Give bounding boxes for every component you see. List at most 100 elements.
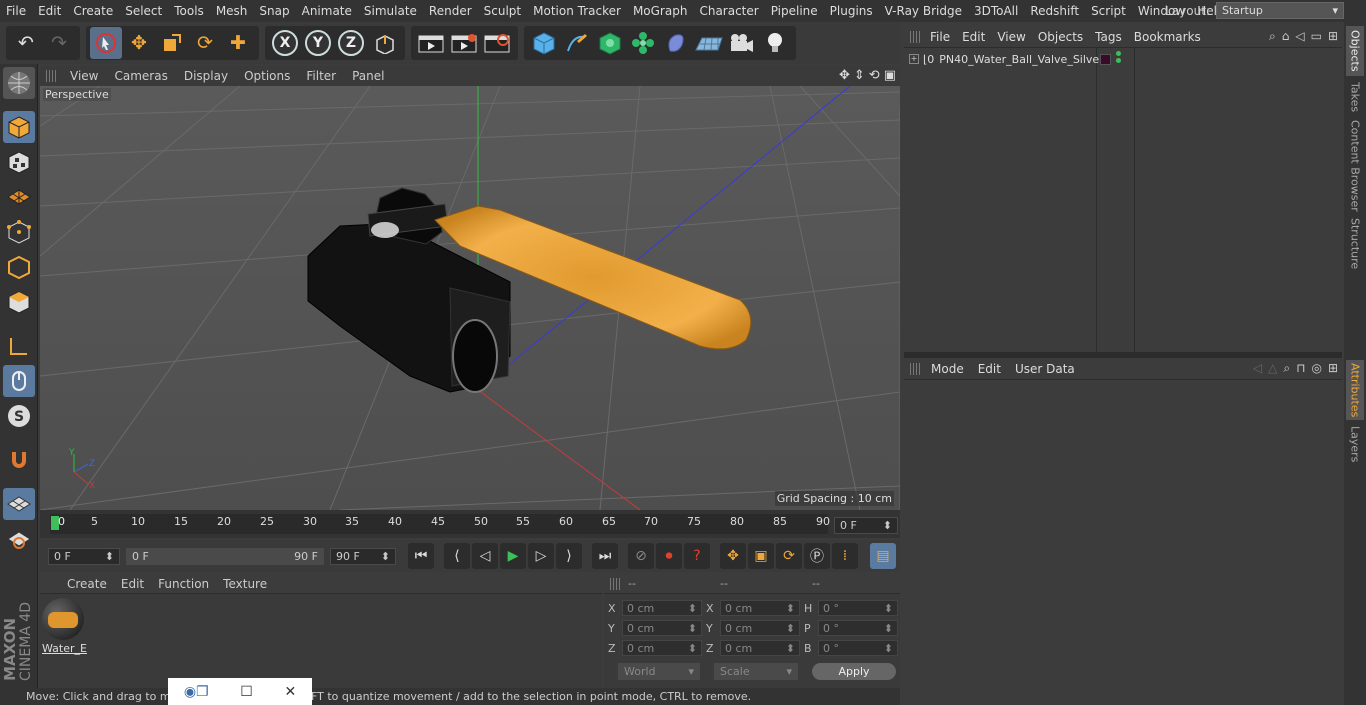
deformer-icon[interactable] — [660, 27, 692, 59]
object-menu-objects[interactable]: Objects — [1032, 30, 1089, 44]
coordinate-system-icon[interactable] — [368, 27, 400, 59]
viewport-maximize-icon[interactable]: ▣ — [884, 68, 896, 83]
render-visibility-dot[interactable] — [1116, 58, 1121, 63]
menu-simulate[interactable]: Simulate — [358, 4, 423, 18]
visibility-dots[interactable] — [1116, 51, 1121, 63]
axis-x-button[interactable]: X — [269, 27, 301, 59]
menu-animate[interactable]: Animate — [296, 4, 358, 18]
redo-icon[interactable]: ↷ — [43, 27, 75, 59]
position-z-field[interactable]: 0 cm ⬍ — [622, 640, 702, 656]
size-z-field[interactable]: 0 cm ⬍ — [720, 640, 800, 656]
attribute-menu-mode[interactable]: Mode — [924, 362, 971, 376]
back-icon[interactable]: ◁ — [1295, 29, 1304, 44]
rotate-tool-icon[interactable]: ⟳ — [189, 27, 221, 59]
snap-icon[interactable]: S — [3, 400, 35, 432]
tab-layers[interactable]: Layers — [1346, 424, 1364, 464]
render-view-icon[interactable] — [415, 27, 447, 59]
menu-pipeline[interactable]: Pipeline — [765, 4, 824, 18]
coordinate-mode-dropdown[interactable]: World ▾ — [618, 663, 700, 680]
current-frame-field[interactable]: 0 F ⬍ — [834, 517, 898, 534]
recent-tool-icon[interactable]: ✚ — [222, 27, 254, 59]
floor-environment-icon[interactable] — [693, 27, 725, 59]
material-item[interactable]: Water_E — [42, 598, 87, 656]
viewport-menu-panel[interactable]: Panel — [344, 69, 392, 83]
key-scale-icon[interactable]: ▣ — [748, 543, 774, 569]
menu-mesh[interactable]: Mesh — [210, 4, 254, 18]
menu-script[interactable]: Script — [1085, 4, 1132, 18]
end-frame-field[interactable]: 90 F ⬍ — [330, 547, 396, 565]
light-bulb-icon[interactable] — [759, 27, 791, 59]
new-panel-icon[interactable]: ⊞ — [1328, 29, 1338, 44]
size-mode-dropdown[interactable]: Scale ▾ — [714, 663, 798, 680]
object-row[interactable]: + ⌊0 PN40_Water_Ball_Valve_Silver — [904, 50, 1342, 68]
menu-redshift[interactable]: Redshift — [1024, 4, 1085, 18]
key-rotation-icon[interactable]: ⟳ — [776, 543, 802, 569]
minimized-window[interactable]: ◉❐ ☐ ✕ — [168, 678, 312, 705]
texture-mode-icon[interactable] — [3, 146, 35, 178]
next-frame-icon[interactable]: ▷ — [528, 543, 554, 569]
viewport-zoom-icon[interactable]: ⇕ — [854, 68, 865, 83]
viewport-menu-display[interactable]: Display — [176, 69, 236, 83]
next-key-icon[interactable]: ⟩ — [556, 543, 582, 569]
edges-mode-icon[interactable] — [3, 251, 35, 283]
position-y-field[interactable]: 0 cm ⬍ — [622, 620, 702, 636]
move-tool-icon[interactable]: ✥ — [123, 27, 155, 59]
object-name[interactable]: PN40_Water_Ball_Valve_Silver — [939, 53, 1103, 66]
object-menu-edit[interactable]: Edit — [956, 30, 991, 44]
go-to-start-icon[interactable]: ⏮ — [408, 543, 434, 569]
object-menu-tags[interactable]: Tags — [1089, 30, 1128, 44]
live-selection-icon[interactable] — [90, 27, 122, 59]
key-parameter-icon[interactable]: Ⓟ — [804, 543, 830, 569]
viewport-menu-view[interactable]: View — [62, 69, 106, 83]
go-to-end-icon[interactable]: ⏭ — [592, 543, 618, 569]
autokey-icon[interactable]: ? — [684, 543, 710, 569]
previous-key-icon[interactable]: ⟨ — [444, 543, 470, 569]
attribute-menu-user-data[interactable]: User Data — [1008, 362, 1082, 376]
mograph-cloner-icon[interactable] — [627, 27, 659, 59]
expand-icon[interactable]: + — [909, 54, 919, 64]
object-menu-file[interactable]: File — [924, 30, 956, 44]
lock-icon[interactable]: ⊓ — [1296, 361, 1305, 376]
key-position-icon[interactable]: ✥ — [720, 543, 746, 569]
subdivision-surface-icon[interactable] — [594, 27, 626, 59]
menu-3dtoall[interactable]: 3DToAll — [968, 4, 1024, 18]
menu-motion-tracker[interactable]: Motion Tracker — [527, 4, 627, 18]
editor-visibility-dot[interactable] — [1116, 51, 1121, 56]
window-close-icon[interactable]: ✕ — [284, 684, 296, 700]
up-arrow-icon[interactable]: △ — [1268, 361, 1277, 376]
menu-tools[interactable]: Tools — [168, 4, 210, 18]
search-icon[interactable]: ⌕ — [1269, 29, 1276, 44]
scale-tool-icon[interactable] — [156, 27, 188, 59]
model-mode-icon[interactable] — [3, 111, 35, 143]
undo-icon[interactable]: ↶ — [10, 27, 42, 59]
back-arrow-icon[interactable]: ◁ — [1253, 361, 1262, 376]
viewport-move-icon[interactable]: ✥ — [839, 68, 850, 83]
tab-objects[interactable]: Objects — [1346, 26, 1364, 76]
attribute-menu-edit[interactable]: Edit — [971, 362, 1008, 376]
rotation-p-field[interactable]: 0 ° ⬍ — [818, 620, 898, 636]
tab-takes[interactable]: Takes — [1346, 80, 1364, 114]
viewport-menu-options[interactable]: Options — [236, 69, 298, 83]
material-menu-function[interactable]: Function — [151, 577, 216, 591]
menu-plugins[interactable]: Plugins — [824, 4, 879, 18]
target-icon[interactable]: ◎ — [1311, 361, 1321, 376]
record-active-icon[interactable]: ⏺ — [656, 543, 682, 569]
menu-select[interactable]: Select — [119, 4, 168, 18]
viewport-menu-filter[interactable]: Filter — [298, 69, 344, 83]
layout-dropdown[interactable]: Startup ▾ — [1216, 2, 1344, 19]
tweak-mode-icon[interactable] — [3, 365, 35, 397]
size-x-field[interactable]: 0 cm ⬍ — [720, 600, 800, 616]
timeline-ruler[interactable]: 0 5 10 15 20 25 30 35 40 45 50 55 60 65 … — [40, 510, 900, 538]
apply-button[interactable]: Apply — [812, 663, 896, 680]
axis-y-button[interactable]: Y — [302, 27, 334, 59]
timeline-window-icon[interactable]: ▤ — [870, 543, 896, 569]
tab-attributes[interactable]: Attributes — [1346, 360, 1364, 420]
menu-mograph[interactable]: MoGraph — [627, 4, 694, 18]
render-to-picture-viewer-icon[interactable] — [448, 27, 480, 59]
viewport-rotate-icon[interactable]: ⟲ — [869, 68, 880, 83]
rotation-h-field[interactable]: 0 ° ⬍ — [818, 600, 898, 616]
polygons-mode-icon[interactable] — [3, 286, 35, 318]
pen-spline-icon[interactable] — [561, 27, 593, 59]
menu-snap[interactable]: Snap — [253, 4, 295, 18]
camera-icon[interactable] — [726, 27, 758, 59]
